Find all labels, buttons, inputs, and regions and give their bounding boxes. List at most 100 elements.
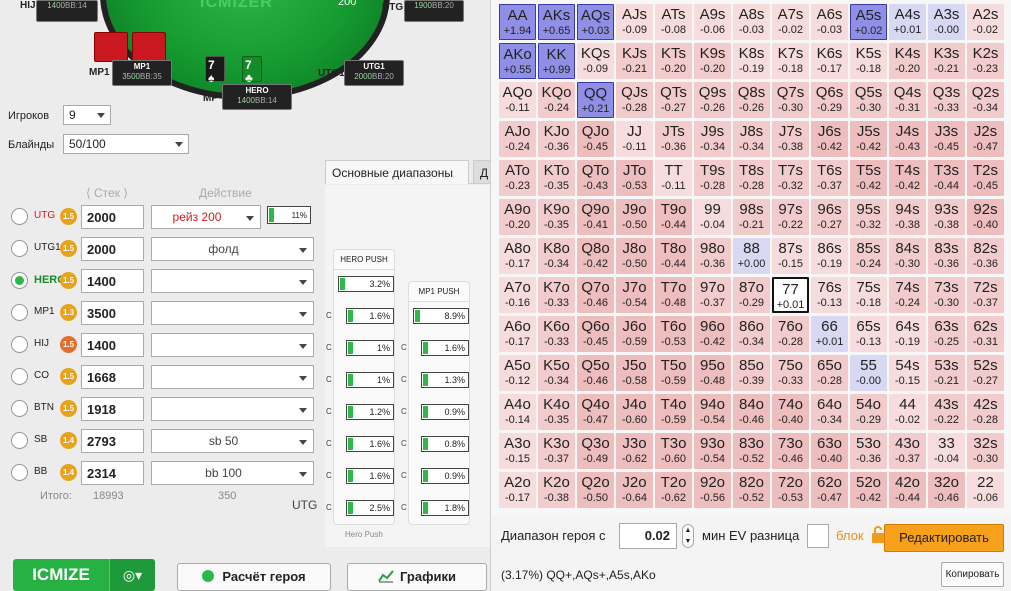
hand-cell-98o[interactable]: 98o -0.36 (694, 238, 731, 274)
hand-cell-k2o[interactable]: K2o -0.38 (538, 472, 575, 508)
hand-cell-k8o[interactable]: K8o -0.34 (538, 238, 575, 274)
hand-cell-62o[interactable]: 62o -0.47 (811, 472, 848, 508)
edit-button[interactable]: Редактировать (884, 524, 1004, 552)
hand-cell-74o[interactable]: 74o -0.40 (772, 394, 809, 430)
hand-cell-94o[interactable]: 94o -0.54 (694, 394, 731, 430)
hand-cell-54s[interactable]: 54s -0.15 (889, 355, 926, 391)
hand-cell-32s[interactable]: 32s -0.30 (967, 433, 1004, 469)
tab-main-ranges[interactable]: Основные диапазоны (325, 160, 469, 184)
hand-cell-62s[interactable]: 62s -0.31 (967, 316, 1004, 352)
hand-cell-aqo[interactable]: AQo -0.11 (499, 82, 536, 118)
hero-radio[interactable] (11, 432, 28, 449)
hand-cell-55[interactable]: 55 -0.00 (850, 355, 887, 391)
action-select[interactable]: bb 100 (151, 461, 314, 485)
raise-range-pct[interactable]: 11% (267, 206, 311, 224)
hand-cell-82o[interactable]: 82o -0.52 (733, 472, 770, 508)
hand-cell-k4s[interactable]: K4s -0.20 (889, 43, 926, 79)
hand-cell-a7o[interactable]: A7o -0.16 (499, 277, 536, 313)
hero-radio[interactable] (11, 464, 28, 481)
lock-icon[interactable] (871, 526, 885, 544)
hand-cell-33[interactable]: 33 -0.04 (928, 433, 965, 469)
hand-cell-kto[interactable]: KTo -0.35 (538, 160, 575, 196)
hand-cell-82s[interactable]: 82s -0.36 (967, 238, 1004, 274)
stack-input[interactable]: 1400 (81, 333, 144, 357)
hand-cell-84o[interactable]: 84o -0.46 (733, 394, 770, 430)
min-ev-input[interactable] (807, 524, 829, 548)
action-select[interactable]: рейз 200 (151, 205, 261, 229)
hand-cell-t6s[interactable]: T6s -0.37 (811, 160, 848, 196)
hand-cell-75s[interactable]: 75s -0.18 (850, 277, 887, 313)
hand-cell-ajo[interactable]: AJo -0.24 (499, 121, 536, 157)
hero-radio[interactable] (11, 272, 28, 289)
hand-cell-t6o[interactable]: T6o -0.53 (655, 316, 692, 352)
hand-cell-q7s[interactable]: Q7s -0.30 (772, 82, 809, 118)
hand-cell-tt[interactable]: TT -0.11 (655, 160, 692, 196)
icmize-button[interactable]: ICMIZE (13, 559, 109, 591)
hand-cell-85o[interactable]: 85o -0.39 (733, 355, 770, 391)
hand-cell-j5s[interactable]: J5s -0.42 (850, 121, 887, 157)
push-pct-cell[interactable]: 1.3% (421, 372, 469, 388)
hand-cell-65o[interactable]: 65o -0.28 (811, 355, 848, 391)
hand-cell-j8s[interactable]: J8s -0.34 (733, 121, 770, 157)
hand-cell-j3s[interactable]: J3s -0.45 (928, 121, 965, 157)
hand-cell-q3s[interactable]: Q3s -0.33 (928, 82, 965, 118)
hand-cell-aks[interactable]: AKs +0.65 (538, 4, 575, 40)
hand-cell-q3o[interactable]: Q3o -0.49 (577, 433, 614, 469)
hand-cell-j6s[interactable]: J6s -0.42 (811, 121, 848, 157)
hero-range-input[interactable]: 0.02 (619, 523, 677, 549)
hand-cell-kjs[interactable]: KJs -0.21 (616, 43, 653, 79)
seat-hero[interactable]: HERO 1400BB:14 (222, 84, 292, 110)
push-pct-cell[interactable]: 1.6% (346, 468, 394, 484)
hand-cell-qto[interactable]: QTo -0.43 (577, 160, 614, 196)
hand-cell-84s[interactable]: 84s -0.30 (889, 238, 926, 274)
hand-cell-j5o[interactable]: J5o -0.58 (616, 355, 653, 391)
hand-cell-k5s[interactable]: K5s -0.18 (850, 43, 887, 79)
hand-cell-42o[interactable]: 42o -0.44 (889, 472, 926, 508)
hand-cell-93s[interactable]: 93s -0.38 (928, 199, 965, 235)
hero-radio[interactable] (11, 240, 28, 257)
hand-cell-87s[interactable]: 87s -0.15 (772, 238, 809, 274)
hand-cell-98s[interactable]: 98s -0.21 (733, 199, 770, 235)
hand-cell-k6o[interactable]: K6o -0.33 (538, 316, 575, 352)
hand-cell-99[interactable]: 99 -0.04 (694, 199, 731, 235)
hand-cell-t5o[interactable]: T5o -0.59 (655, 355, 692, 391)
hand-cell-q4o[interactable]: Q4o -0.47 (577, 394, 614, 430)
hand-cell-k2s[interactable]: K2s -0.23 (967, 43, 1004, 79)
hand-cell-63s[interactable]: 63s -0.25 (928, 316, 965, 352)
hand-cell-a3s[interactable]: A3s -0.00 (928, 4, 965, 40)
hand-cell-k3s[interactable]: K3s -0.21 (928, 43, 965, 79)
hand-cell-j4s[interactable]: J4s -0.43 (889, 121, 926, 157)
hand-cell-86o[interactable]: 86o -0.34 (733, 316, 770, 352)
hand-cell-a7s[interactable]: A7s -0.02 (772, 4, 809, 40)
hand-cell-qjs[interactable]: QJs -0.28 (616, 82, 653, 118)
hand-cell-a5o[interactable]: A5o -0.12 (499, 355, 536, 391)
hand-cell-t2o[interactable]: T2o -0.62 (655, 472, 692, 508)
hand-cell-q5o[interactable]: Q5o -0.46 (577, 355, 614, 391)
hand-cell-qts[interactable]: QTs -0.27 (655, 82, 692, 118)
hand-cell-75o[interactable]: 75o -0.33 (772, 355, 809, 391)
hand-cell-k4o[interactable]: K4o -0.35 (538, 394, 575, 430)
hand-cell-t8o[interactable]: T8o -0.44 (655, 238, 692, 274)
hand-cell-77[interactable]: 77 +0.01 (772, 277, 809, 313)
hand-cell-q4s[interactable]: Q4s -0.31 (889, 82, 926, 118)
hand-cell-kk[interactable]: KK +0.99 (538, 43, 575, 79)
hand-cell-q2o[interactable]: Q2o -0.50 (577, 472, 614, 508)
hand-cell-73o[interactable]: 73o -0.46 (772, 433, 809, 469)
hand-cell-93o[interactable]: 93o -0.54 (694, 433, 731, 469)
hand-cell-76s[interactable]: 76s -0.13 (811, 277, 848, 313)
hand-cell-q2s[interactable]: Q2s -0.34 (967, 82, 1004, 118)
hand-cell-k9o[interactable]: K9o -0.35 (538, 199, 575, 235)
hand-cell-j7s[interactable]: J7s -0.38 (772, 121, 809, 157)
hero-radio[interactable] (11, 208, 28, 225)
seat-utg1[interactable]: UTG1 2000BB:20 (344, 60, 404, 86)
hand-cell-64o[interactable]: 64o -0.34 (811, 394, 848, 430)
hand-cell-83s[interactable]: 83s -0.36 (928, 238, 965, 274)
stack-input[interactable]: 2314 (81, 461, 144, 485)
hand-cell-k8s[interactable]: K8s -0.19 (733, 43, 770, 79)
hand-cell-86s[interactable]: 86s -0.19 (811, 238, 848, 274)
hand-cell-72o[interactable]: 72o -0.53 (772, 472, 809, 508)
hand-cell-j2s[interactable]: J2s -0.47 (967, 121, 1004, 157)
hand-cell-k9s[interactable]: K9s -0.20 (694, 43, 731, 79)
hand-cell-kjo[interactable]: KJo -0.36 (538, 121, 575, 157)
hand-cell-t2s[interactable]: T2s -0.45 (967, 160, 1004, 196)
